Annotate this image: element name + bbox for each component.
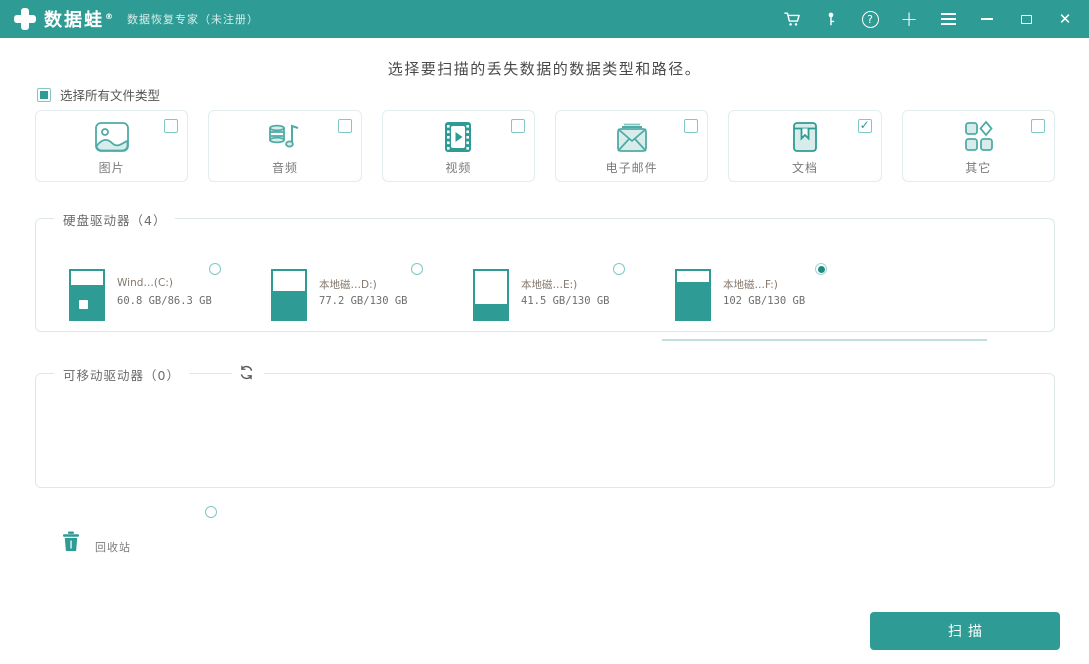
windows-logo-icon <box>79 300 88 309</box>
drive-radio[interactable] <box>613 263 625 275</box>
file-type-label: 文档 <box>791 161 818 175</box>
video-checkbox[interactable] <box>510 119 525 133</box>
image-icon <box>92 119 132 155</box>
select-all-label: 选择所有文件类型 <box>60 88 161 103</box>
recycle-bin-item[interactable]: 回收站 <box>60 506 262 558</box>
removable-drives-group: 可移动驱动器（0） <box>35 364 1055 488</box>
file-type-card-video[interactable]: 视频 <box>381 110 535 182</box>
maximize-icon[interactable] <box>1016 9 1036 29</box>
drive-gauge-icon <box>675 269 711 321</box>
drive-capacity: 77.2 GB/130 GB <box>319 295 408 307</box>
drive-capacity: 102 GB/130 GB <box>723 295 806 307</box>
drive-radio[interactable] <box>815 263 827 275</box>
app-window: 数据蛙® 数据恢复专家（未注册） ? + ✕ 选择要扫描的丢失数据的数据类型和路… <box>0 0 1089 664</box>
app-subtitle: 数据恢复专家（未注册） <box>127 13 259 26</box>
other-icon <box>958 119 998 155</box>
refresh-icon[interactable] <box>232 364 264 384</box>
cart-icon[interactable] <box>782 9 802 29</box>
scan-button[interactable]: 扫描 <box>870 612 1060 650</box>
recycle-bin-radio[interactable] <box>205 506 217 518</box>
hard-drives-group: 硬盘驱动器（4） Wind…(C:) 60.8 GB/86.3 GB 本地磁…D… <box>35 210 1055 341</box>
drive-gauge-icon <box>271 269 307 321</box>
file-type-label: 图片 <box>98 161 125 175</box>
menu-icon[interactable] <box>938 9 958 29</box>
file-type-card-other[interactable]: 其它 <box>901 110 1055 182</box>
app-logo-cross-icon <box>14 8 36 30</box>
audio-checkbox[interactable] <box>337 119 352 133</box>
other-checkbox[interactable] <box>1030 119 1045 133</box>
file-type-cards: 图片 音频 视频 电子邮件 ✓ 文档 其它 <box>35 110 1055 182</box>
email-icon <box>612 119 652 155</box>
file-type-card-email[interactable]: 电子邮件 <box>554 110 709 182</box>
drive-item-d[interactable]: 本地磁…D:) 77.2 GB/130 GB <box>271 263 473 325</box>
select-all-checkbox[interactable] <box>37 87 51 102</box>
minimize-icon[interactable] <box>977 9 997 29</box>
file-type-label: 音频 <box>271 161 298 175</box>
help-icon[interactable]: ? <box>860 9 880 29</box>
drive-item-e[interactable]: 本地磁…E:) 41.5 GB/130 GB <box>473 263 675 325</box>
recycle-bin-label: 回收站 <box>95 541 131 554</box>
image-checkbox[interactable] <box>164 119 179 133</box>
document-icon <box>785 119 825 155</box>
drive-item-f[interactable]: 本地磁…F:) 102 GB/130 GB <box>662 263 987 341</box>
titlebar-actions: ? + ✕ <box>782 8 1075 29</box>
drive-row: Wind…(C:) 60.8 GB/86.3 GB 本地磁…D:) 77.2 G… <box>69 263 987 341</box>
trash-icon <box>62 531 80 552</box>
file-type-card-images[interactable]: 图片 <box>35 110 189 182</box>
drive-radio[interactable] <box>411 263 423 275</box>
drive-gauge-icon <box>69 269 105 321</box>
close-icon[interactable]: ✕ <box>1055 9 1075 29</box>
file-type-card-documents[interactable]: 文档 <box>728 110 882 182</box>
select-all-file-types[interactable]: 选择所有文件类型 <box>37 85 160 104</box>
drive-capacity: 41.5 GB/130 GB <box>521 295 610 307</box>
drive-name: 本地磁…E:) <box>521 279 578 291</box>
file-type-card-audio[interactable]: 音频 <box>208 110 362 182</box>
drive-name: 本地磁…D:) <box>319 279 377 291</box>
add-icon[interactable]: + <box>899 8 919 29</box>
drive-radio[interactable] <box>209 263 221 275</box>
drive-name: Wind…(C:) <box>117 277 173 289</box>
key-icon[interactable] <box>821 9 841 29</box>
registered-mark: ® <box>105 12 115 21</box>
brand-name: 数据蛙® <box>44 10 115 31</box>
audio-icon <box>265 119 305 155</box>
drive-selected-underline <box>662 339 987 341</box>
removable-drives-legend: 可移动驱动器（0） <box>54 365 189 384</box>
email-checkbox[interactable] <box>684 119 699 133</box>
drive-name: 本地磁…F:) <box>723 279 778 291</box>
page-title: 选择要扫描的丢失数据的数据类型和路径。 <box>387 60 702 78</box>
video-icon <box>438 119 478 155</box>
file-type-label: 其它 <box>965 161 992 175</box>
title-bar: 数据蛙® 数据恢复专家（未注册） ? + ✕ <box>0 0 1089 38</box>
drive-capacity: 60.8 GB/86.3 GB <box>117 295 212 307</box>
file-type-label: 电子邮件 <box>605 161 658 175</box>
file-type-label: 视频 <box>445 161 472 175</box>
documents-checkbox[interactable] <box>857 118 872 133</box>
hard-drives-legend: 硬盘驱动器（4） <box>54 210 176 229</box>
drive-item-c[interactable]: Wind…(C:) 60.8 GB/86.3 GB <box>69 263 271 325</box>
drive-gauge-icon <box>473 269 509 321</box>
